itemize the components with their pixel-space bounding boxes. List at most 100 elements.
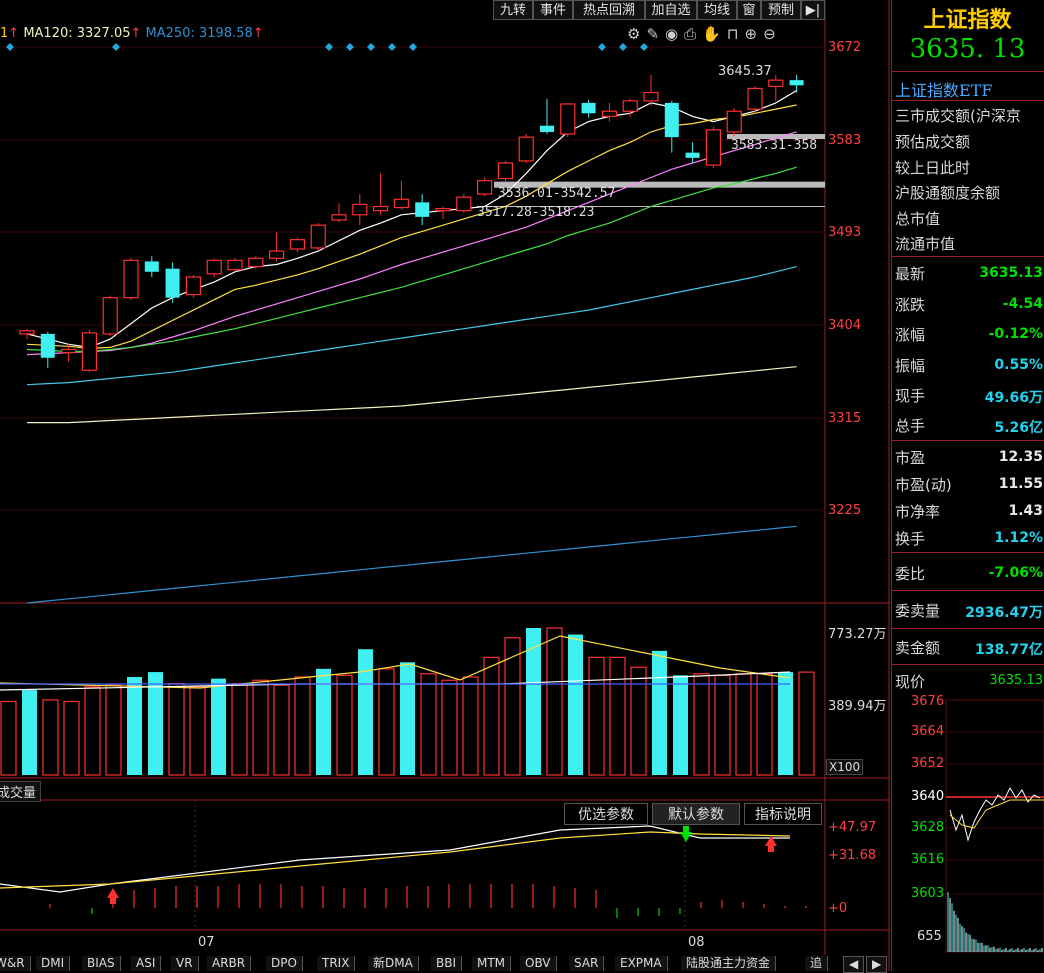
tab-new-dma[interactable]: 新DMA	[368, 956, 419, 971]
event-marker-icon	[619, 43, 627, 51]
quote-row-change-pct: 涨幅 -0.12%	[895, 326, 1043, 344]
tab-expma[interactable]: EXPMA	[615, 956, 668, 971]
tab-bbi[interactable]: BBI	[431, 956, 463, 971]
volume-ma-line	[0, 635, 791, 689]
volume-bar	[127, 677, 142, 775]
pen-icon[interactable]: ✎	[646, 25, 665, 43]
candle-body	[622, 100, 638, 112]
info-row: 预估成交额	[895, 133, 971, 151]
tab-obv[interactable]: OBV	[520, 956, 557, 971]
price-tick: 3315	[828, 411, 862, 426]
zoom-in-icon[interactable]: ⊕	[745, 25, 764, 43]
candle-body	[518, 136, 534, 162]
settings-icon[interactable]: ⚙	[627, 25, 646, 43]
candle-body	[19, 330, 35, 335]
candle-body	[581, 102, 596, 114]
volume-bar	[63, 700, 80, 776]
price-tick: 3225	[828, 503, 862, 518]
volume-axis-mid: 389.94万	[828, 699, 887, 714]
candle-body	[373, 205, 389, 212]
mini-tick: 655	[917, 929, 942, 944]
volume-bar	[22, 690, 37, 775]
zoom-out-icon[interactable]: ⊖	[763, 25, 782, 43]
candle-body	[643, 91, 659, 102]
default-params-button[interactable]: 默认参数	[652, 803, 740, 825]
toolbar-button-add-watchlist[interactable]: 加自选	[645, 0, 697, 20]
quote-row-change: 涨跌 -4.54	[895, 296, 1043, 314]
toolbar-button-jiuzhuan[interactable]: 九转	[493, 0, 533, 20]
tab-wr[interactable]: W&R	[0, 956, 31, 971]
candle-body	[601, 110, 618, 117]
event-marker-icon	[409, 43, 417, 51]
volume-bar	[693, 673, 710, 776]
time-tick-07: 07	[198, 935, 215, 950]
collapse-panel-icon[interactable]: ▶|	[801, 0, 825, 20]
tab-dpo[interactable]: DPO	[266, 956, 303, 971]
volume-bar	[252, 679, 269, 776]
tab-arbr[interactable]: ARBR	[207, 956, 252, 971]
print-icon[interactable]: ⎙	[684, 25, 702, 43]
tab-more[interactable]: 追	[805, 956, 829, 971]
optimal-params-button[interactable]: 优选参数	[564, 803, 648, 825]
ma-line-ma30	[26, 166, 797, 353]
candle-body	[227, 259, 243, 271]
candle-body	[393, 198, 409, 209]
candle-body	[685, 152, 700, 158]
candle-body	[435, 207, 451, 212]
tab-next-icon[interactable]: ▶	[866, 956, 888, 973]
candle-body	[726, 110, 742, 133]
tab-sar[interactable]: SAR	[569, 956, 605, 971]
toolbar-button-window[interactable]: 窗	[737, 0, 761, 20]
volume-bar	[546, 627, 563, 776]
candle-body	[768, 79, 784, 87]
event-marker-icon	[6, 43, 14, 51]
volume-bar	[211, 678, 226, 775]
tab-bias[interactable]: BIAS	[82, 956, 121, 971]
toolbar-button-event[interactable]: 事件	[533, 0, 573, 20]
etf-link[interactable]: 上证指数ETF	[895, 77, 1044, 101]
toolbar-button-hotspot[interactable]: 热点回溯	[573, 0, 645, 20]
toolbar-button-preset[interactable]: 预制	[761, 0, 801, 20]
volume-bar	[105, 684, 122, 776]
quote-row-amplitude: 振幅 0.55%	[895, 357, 1043, 375]
volume-bar	[630, 666, 647, 776]
candle-body	[289, 239, 305, 250]
tab-asi[interactable]: ASI	[131, 956, 162, 971]
mini-tick: 3676	[911, 694, 945, 709]
tab-vr[interactable]: VR	[171, 956, 199, 971]
lock-icon[interactable]: ⊓	[727, 25, 745, 43]
kline-chart[interactable]	[0, 0, 1044, 971]
indicator-help-button[interactable]: 指标说明	[744, 803, 822, 825]
candle-body	[497, 162, 513, 180]
tab-northbound[interactable]: 陆股通主力资金	[681, 956, 777, 971]
tab-dmi[interactable]: DMI	[36, 956, 71, 971]
volume-bar	[378, 668, 395, 776]
candle-body	[415, 202, 430, 217]
volume-bar	[462, 676, 479, 776]
index-title: 上证指数	[923, 7, 1012, 33]
time-tick-08: 08	[688, 935, 705, 950]
volume-tab[interactable]: 成交量	[0, 781, 42, 802]
candle-body	[540, 125, 554, 132]
volume-axis-top: 773.27万	[828, 627, 887, 642]
candle-body	[206, 259, 222, 275]
tab-mtm[interactable]: MTM	[472, 956, 512, 971]
xianjia-row: 现价 3635.13	[895, 673, 1043, 691]
tab-trix[interactable]: TRIX	[317, 956, 356, 971]
candle-body	[747, 87, 763, 110]
volume-bar	[84, 686, 101, 776]
quote-panel: 上证指数 3635. 13 上证指数ETF 三市成交额(沪深京 预估成交额 较上…	[891, 0, 1044, 971]
ma-line-ma5	[26, 89, 797, 349]
gap-label-2: 3536.01-3542.57	[498, 186, 616, 201]
tab-prev-icon[interactable]: ◀	[843, 956, 865, 973]
candle-body	[477, 180, 493, 195]
event-marker-icon	[388, 43, 396, 51]
ma250-label: MA250: 3198.58	[145, 26, 253, 41]
toolbar-button-ma[interactable]: 均线	[697, 0, 737, 20]
volume-unit: X100	[826, 759, 864, 775]
gap-label-1: 3583.31-358	[731, 138, 818, 153]
hand-icon[interactable]: ✋	[702, 25, 727, 43]
candle-body	[165, 268, 180, 298]
eye-icon[interactable]: ◉	[665, 25, 684, 43]
volume-bar	[42, 699, 59, 776]
